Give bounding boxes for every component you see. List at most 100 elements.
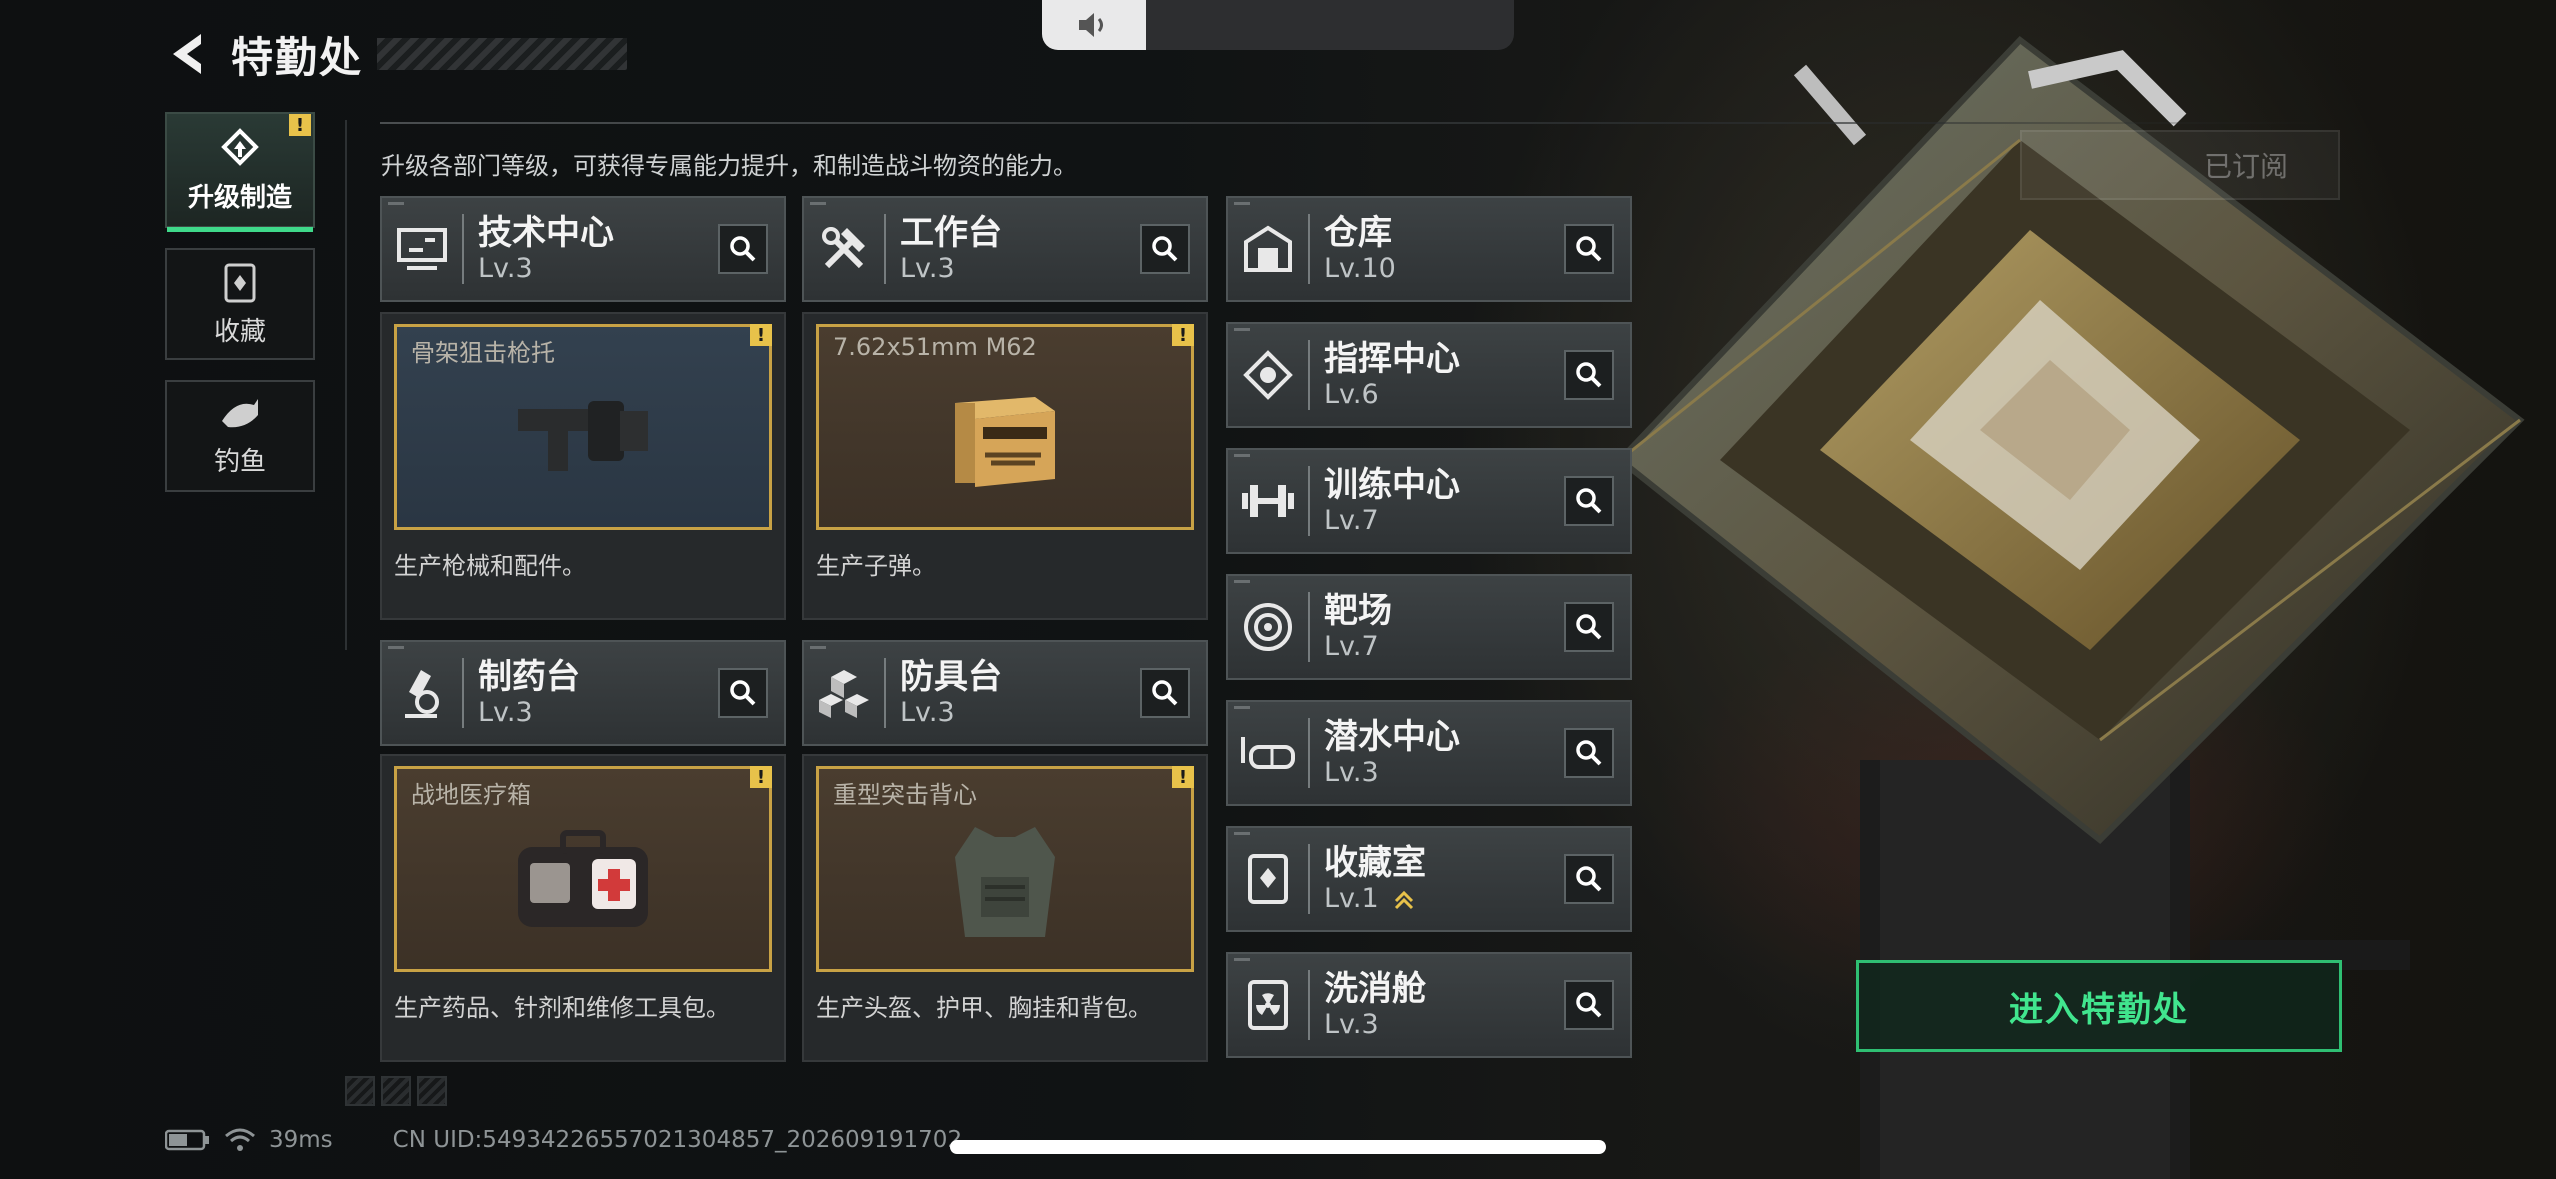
dept-level: Lv.3 xyxy=(1324,757,1379,788)
search-icon[interactable] xyxy=(1564,728,1614,778)
collection-icon xyxy=(224,263,256,302)
dept-name: 工作台 xyxy=(900,213,1002,253)
chip xyxy=(381,1076,411,1106)
product-description: 生产头盔、护甲、胸挂和背包。 xyxy=(816,994,1152,1022)
sidebar-item-upgrade-craft[interactable]: 升级制造 ! xyxy=(165,112,315,232)
back-arrow-icon[interactable] xyxy=(165,30,213,78)
dept-name: 制药台 xyxy=(478,657,580,697)
corner-mark xyxy=(1234,328,1250,331)
separator xyxy=(462,214,464,284)
search-icon[interactable] xyxy=(1564,854,1614,904)
microscope-icon xyxy=(382,642,462,744)
wifi-icon xyxy=(225,1128,255,1151)
display-case-icon xyxy=(1228,828,1308,930)
command-icon xyxy=(1228,324,1308,426)
chip xyxy=(345,1076,375,1106)
separator xyxy=(1308,214,1310,284)
dept-pharmacy[interactable]: 制药台 Lv.3 xyxy=(380,640,786,746)
battery-icon xyxy=(165,1129,209,1151)
product-name: 骨架狙击枪托 xyxy=(411,339,555,367)
separator xyxy=(1308,340,1310,410)
dept-name: 洗消舱 xyxy=(1324,969,1426,1009)
dept-shooting-range[interactable]: 靶场 Lv.7 xyxy=(1226,574,1632,680)
home-indicator[interactable] xyxy=(950,1140,1606,1154)
production-panel-tech[interactable]: 骨架狙击枪托 ! 生产枪械和配件。 xyxy=(380,312,786,620)
production-panel-armor[interactable]: 重型突击背心 ! 生产头盔、护甲、胸挂和背包。 xyxy=(802,754,1208,1062)
dept-level: Lv.7 xyxy=(1324,631,1379,662)
diving-mask-icon xyxy=(1228,702,1308,804)
search-icon[interactable] xyxy=(1140,224,1190,274)
corner-mark xyxy=(810,646,826,649)
search-icon[interactable] xyxy=(1564,350,1614,400)
upgrade-chevron-icon xyxy=(1395,890,1414,909)
dept-name: 技术中心 xyxy=(478,213,614,253)
product-name: 战地医疗箱 xyxy=(411,781,531,809)
dept-name: 训练中心 xyxy=(1324,465,1460,505)
separator xyxy=(462,658,464,728)
corner-mark xyxy=(1234,202,1250,205)
alert-badge: ! xyxy=(750,766,772,788)
decoration-chips xyxy=(345,1076,447,1106)
production-panel-pharmacy[interactable]: 战地医疗箱 ! 生产药品、针剂和维修工具包。 xyxy=(380,754,786,1062)
fish-icon xyxy=(222,398,258,427)
ammo-box-icon xyxy=(955,397,1055,487)
rifle-stock-icon xyxy=(518,401,648,471)
separator xyxy=(1308,844,1310,914)
title-decoration xyxy=(377,38,628,70)
dept-workbench[interactable]: 工作台 Lv.3 xyxy=(802,196,1208,302)
enter-special-ops-button[interactable]: 进入特勤处 xyxy=(1856,960,2342,1052)
search-icon[interactable] xyxy=(1140,668,1190,718)
cubes-icon xyxy=(804,642,884,744)
search-icon[interactable] xyxy=(1564,602,1614,652)
page-title: 特勤处 xyxy=(231,32,364,82)
dept-armor-bench[interactable]: 防具台 Lv.3 xyxy=(802,640,1208,746)
warehouse-icon xyxy=(1228,198,1308,300)
target-icon xyxy=(1228,576,1308,678)
ping-value: 39ms xyxy=(269,1127,333,1153)
sidebar-item-label: 升级制造 xyxy=(187,182,292,213)
dept-name: 仓库 xyxy=(1324,213,1392,253)
product-frame[interactable]: 骨架狙击枪托 xyxy=(394,324,772,530)
medkit-icon xyxy=(518,830,648,927)
product-frame[interactable]: 7.62x51mm M62 xyxy=(816,324,1194,530)
dept-tech-center[interactable]: 技术中心 Lv.3 xyxy=(380,196,786,302)
search-icon[interactable] xyxy=(718,668,768,718)
corner-mark xyxy=(810,202,826,205)
dept-level: Lv.3 xyxy=(1324,1009,1379,1040)
divider-vertical xyxy=(345,120,347,650)
separator xyxy=(1308,718,1310,788)
dept-decon-chamber[interactable]: 洗消舱 Lv.3 xyxy=(1226,952,1632,1058)
page-description: 升级各部门等级，可获得专属能力提升，和制造战斗物资的能力。 xyxy=(381,152,1077,180)
search-icon[interactable] xyxy=(1564,476,1614,526)
product-frame[interactable]: 战地医疗箱 xyxy=(394,766,772,972)
product-frame[interactable]: 重型突击背心 xyxy=(816,766,1194,972)
sidebar-item-collection[interactable]: 收藏 xyxy=(165,248,315,360)
sidebar-item-label: 收藏 xyxy=(213,316,266,347)
search-icon[interactable] xyxy=(718,224,768,274)
uid-text: CN UID:5493422655702130​4857_20260919170… xyxy=(392,1127,963,1153)
tools-icon xyxy=(804,198,884,300)
dept-level: Lv.10 xyxy=(1324,253,1396,284)
dept-level: Lv.7 xyxy=(1324,505,1379,536)
sidebar-item-fishing[interactable]: 钓鱼 xyxy=(165,380,315,492)
dept-diving-center[interactable]: 潜水中心 Lv.3 xyxy=(1226,700,1632,806)
dept-collection-room[interactable]: 收藏室 Lv.1 xyxy=(1226,826,1632,932)
upgrade-icon xyxy=(221,127,259,166)
alert-badge: ! xyxy=(289,114,311,136)
dept-level-row: Lv.1 xyxy=(1324,883,1426,915)
chip xyxy=(417,1076,447,1106)
production-panel-workbench[interactable]: 7.62x51mm M62 ! 生产子弹。 xyxy=(802,312,1208,620)
search-icon[interactable] xyxy=(1564,224,1614,274)
corner-mark xyxy=(388,646,404,649)
speaker-icon xyxy=(1079,13,1103,37)
dept-command-center[interactable]: 指挥中心 Lv.6 xyxy=(1226,322,1632,428)
dept-warehouse[interactable]: 仓库 Lv.10 xyxy=(1226,196,1632,302)
separator xyxy=(1308,970,1310,1040)
corner-mark xyxy=(1234,454,1250,457)
product-description: 生产药品、针剂和维修工具包。 xyxy=(394,994,730,1022)
subscribed-label: 已订阅 xyxy=(2020,130,2340,200)
dept-level: Lv.3 xyxy=(900,697,955,728)
dept-training-center[interactable]: 训练中心 Lv.7 xyxy=(1226,448,1632,554)
search-icon[interactable] xyxy=(1564,980,1614,1030)
dept-name: 收藏室 xyxy=(1324,843,1426,883)
